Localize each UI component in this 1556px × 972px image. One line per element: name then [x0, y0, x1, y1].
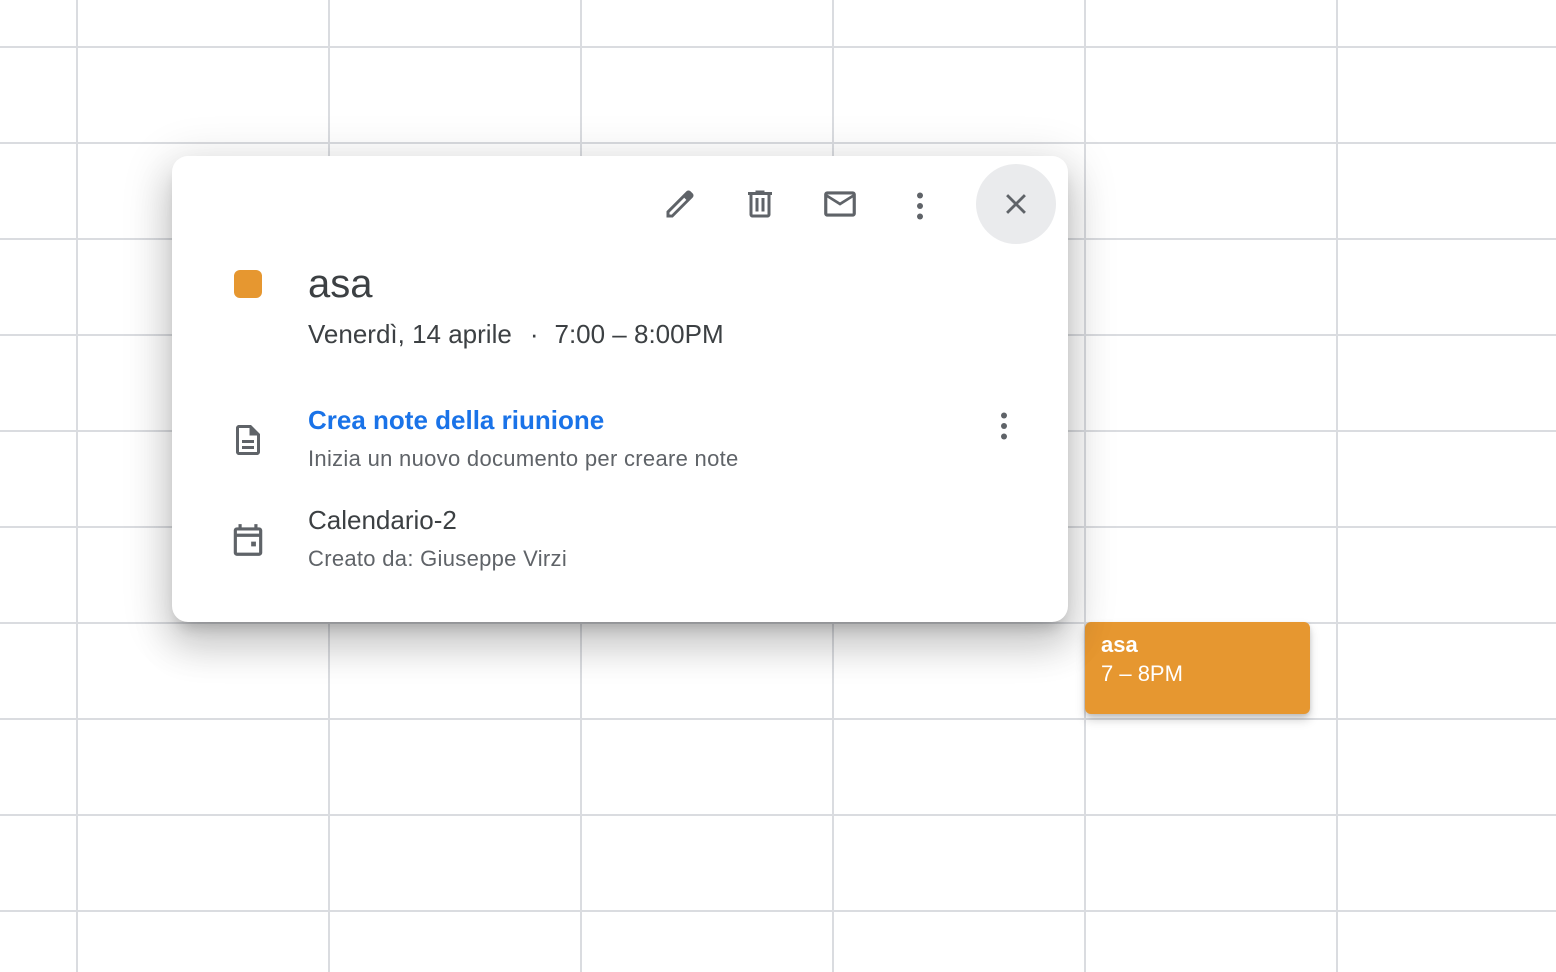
event-datetime: Venerdì, 14 aprile · 7:00 – 8:00PM — [308, 316, 724, 352]
notes-more-options-button[interactable] — [972, 394, 1036, 458]
more-vert-icon — [1001, 412, 1007, 440]
event-chip-title: asa — [1101, 632, 1138, 657]
document-icon — [228, 420, 268, 460]
grid-column-line — [76, 0, 78, 972]
event-chip[interactable]: asa 7 – 8PM — [1085, 622, 1310, 714]
calendar-name: Calendario-2 — [308, 505, 457, 535]
more-options-button[interactable] — [888, 174, 952, 238]
grid-row-line — [0, 718, 1556, 720]
grid-row-line — [0, 910, 1556, 912]
close-icon — [1006, 194, 1026, 214]
grid-row-line — [0, 142, 1556, 144]
trash-icon — [748, 190, 772, 218]
grid-row-line — [0, 814, 1556, 816]
delete-event-button[interactable] — [728, 172, 792, 236]
more-vert-icon — [917, 192, 923, 220]
datetime-separator: · — [529, 319, 539, 349]
event-date: Venerdì, 14 aprile — [308, 319, 512, 349]
edit-event-button[interactable] — [648, 172, 712, 236]
event-color-indicator — [234, 270, 262, 298]
event-details-popup: asa Venerdì, 14 aprile · 7:00 – 8:00PM Cre… — [172, 156, 1068, 622]
event-title: asa — [308, 262, 373, 306]
grid-column-line — [1336, 0, 1338, 972]
create-meeting-notes-link[interactable]: Crea note della riunione — [308, 402, 604, 438]
event-chip-time: 7 – 8PM — [1101, 661, 1183, 686]
event-time: 7:00 – 8:00PM — [554, 319, 724, 349]
meeting-notes-subtitle: Inizia un nuovo documento per creare not… — [308, 446, 739, 471]
mail-icon — [824, 191, 856, 217]
grid-row-line — [0, 46, 1556, 48]
calendar-icon — [228, 520, 268, 560]
grid-row-line — [0, 622, 1556, 624]
calendar-creator: Creato da: Giuseppe Virzi — [308, 546, 568, 571]
grid-column-line — [1084, 0, 1086, 972]
close-button[interactable] — [976, 164, 1056, 244]
pencil-icon — [666, 190, 694, 218]
email-guests-button[interactable] — [808, 172, 872, 236]
